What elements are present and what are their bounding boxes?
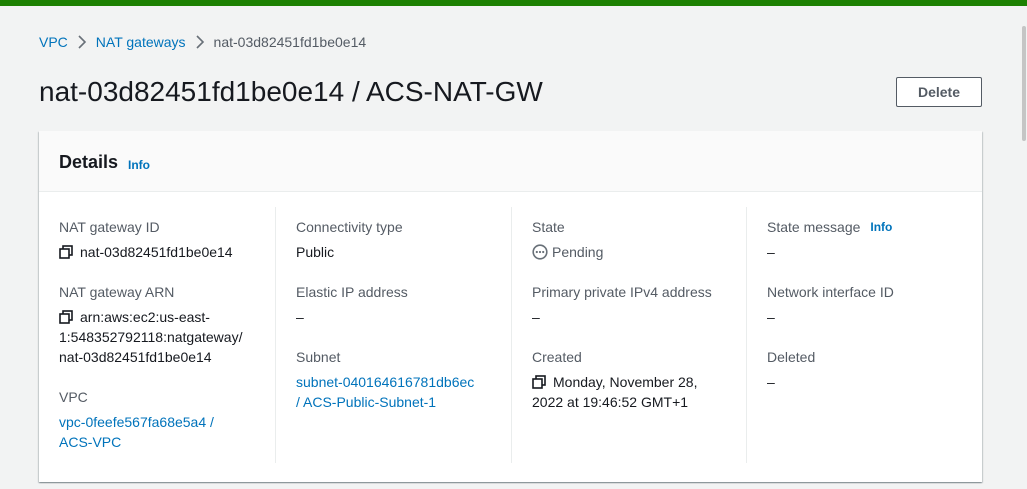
state-message-value: – xyxy=(767,244,775,260)
vpc-link-line1[interactable]: vpc-0feefe567fa68e5a4 / xyxy=(59,412,259,432)
chevron-right-icon xyxy=(186,35,214,49)
breadcrumb-current: nat-03d82451fd1be0e14 xyxy=(213,34,367,50)
details-title: Details xyxy=(59,152,119,172)
details-column-4: State message Info – Network interface I… xyxy=(746,207,982,463)
nat-gateway-arn-line1: arn:aws:ec2:us-east- xyxy=(80,309,210,325)
created-line1: Monday, November 28, xyxy=(553,374,698,390)
copy-icon[interactable] xyxy=(59,242,75,262)
nat-gateway-arn-label: NAT gateway ARN xyxy=(59,284,175,300)
breadcrumb: VPC NAT gateways nat-03d82451fd1be0e14 xyxy=(39,33,366,51)
nat-gateway-id-value: nat-03d82451fd1be0e14 xyxy=(80,244,233,260)
connectivity-type-field: Connectivity type Public xyxy=(296,217,496,262)
network-interface-field: Network interface ID – xyxy=(767,282,967,327)
state-message-info-link[interactable]: Info xyxy=(870,217,892,237)
delete-button[interactable]: Delete xyxy=(896,77,982,107)
created-line2: 2022 at 19:46:52 GMT+1 xyxy=(532,394,689,410)
network-interface-label: Network interface ID xyxy=(767,284,894,300)
private-ipv4-field: Primary private IPv4 address – xyxy=(532,282,742,327)
chevron-right-icon xyxy=(68,35,96,49)
created-label: Created xyxy=(532,349,582,365)
nat-gateway-arn-line3: nat-03d82451fd1be0e14 xyxy=(59,349,212,365)
connectivity-type-value: Public xyxy=(296,244,335,260)
elastic-ip-value: – xyxy=(296,309,304,325)
private-ipv4-value: – xyxy=(532,309,540,325)
created-field: Created Monday, November 28, 2022 at 19:… xyxy=(532,347,732,412)
state-value: Pending xyxy=(552,244,604,260)
details-panel-header: Details Info xyxy=(39,131,982,192)
page-scrollbar[interactable] xyxy=(1021,6,1027,489)
subnet-link-line1[interactable]: subnet-040164616781db6ec xyxy=(296,372,496,392)
copy-icon[interactable] xyxy=(532,372,548,392)
nat-gateway-arn-line2: 1:548352792118:natgateway/ xyxy=(59,329,243,345)
details-column-1: NAT gateway ID nat-03d82451fd1be0e14 NAT… xyxy=(39,207,275,463)
private-ipv4-label: Primary private IPv4 address xyxy=(532,284,712,300)
copy-icon[interactable] xyxy=(59,307,75,327)
subnet-link-line2[interactable]: / ACS-Public-Subnet-1 xyxy=(296,392,496,412)
connectivity-type-label: Connectivity type xyxy=(296,219,403,235)
nat-gateway-arn-field: NAT gateway ARN arn:aws:ec2:us-east- 1:5… xyxy=(59,282,259,367)
scrollbar-thumb[interactable] xyxy=(1022,26,1026,141)
deleted-value: – xyxy=(767,374,775,390)
network-interface-value: – xyxy=(767,309,775,325)
deleted-label: Deleted xyxy=(767,349,816,365)
elastic-ip-field: Elastic IP address – xyxy=(296,282,496,327)
vpc-link-line2[interactable]: ACS-VPC xyxy=(59,432,259,452)
details-info-link[interactable]: Info xyxy=(128,158,150,172)
details-panel: Details Info NAT gateway ID nat-03d82451… xyxy=(39,131,982,482)
page-title: nat-03d82451fd1be0e14 / ACS-NAT-GW xyxy=(39,76,543,107)
state-field: State Pending xyxy=(532,217,732,262)
state-message-label: State message xyxy=(767,219,861,235)
nat-gateway-id-label: NAT gateway ID xyxy=(59,219,160,235)
breadcrumb-vpc-link[interactable]: VPC xyxy=(39,34,68,50)
nat-gateway-id-field: NAT gateway ID nat-03d82451fd1be0e14 xyxy=(59,217,259,262)
vpc-field: VPC vpc-0feefe567fa68e5a4 / ACS-VPC xyxy=(59,387,259,452)
vpc-label: VPC xyxy=(59,389,88,405)
state-message-field: State message Info – xyxy=(767,217,967,262)
details-column-3: State Pending Primary private IPv4 addre… xyxy=(511,207,746,463)
subnet-label: Subnet xyxy=(296,349,341,365)
deleted-field: Deleted – xyxy=(767,347,967,392)
subnet-field: Subnet subnet-040164616781db6ec / ACS-Pu… xyxy=(296,347,496,412)
top-status-bar xyxy=(0,0,1027,6)
elastic-ip-label: Elastic IP address xyxy=(296,284,408,300)
details-column-2: Connectivity type Public Elastic IP addr… xyxy=(275,207,511,463)
pending-icon xyxy=(532,242,548,262)
state-label: State xyxy=(532,219,565,235)
breadcrumb-nat-gateways-link[interactable]: NAT gateways xyxy=(96,34,186,50)
